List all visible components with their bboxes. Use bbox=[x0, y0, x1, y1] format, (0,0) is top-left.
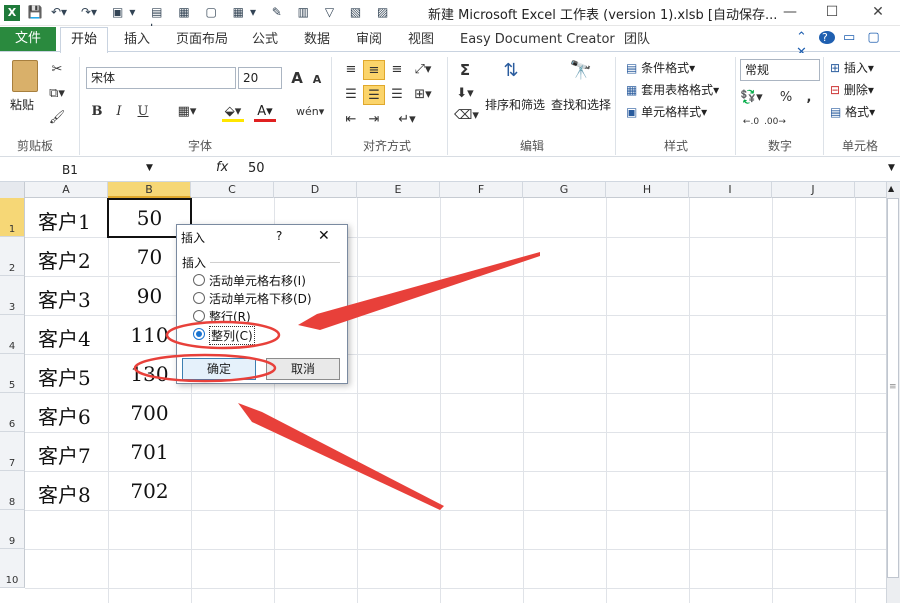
annotation-circle-entire-column bbox=[165, 320, 281, 350]
annotation-arrow-lower bbox=[238, 403, 444, 510]
annotation-circle-ok-button bbox=[133, 353, 277, 383]
annotation-arrow-upper bbox=[298, 252, 540, 330]
annotation-overlay bbox=[133, 252, 540, 510]
